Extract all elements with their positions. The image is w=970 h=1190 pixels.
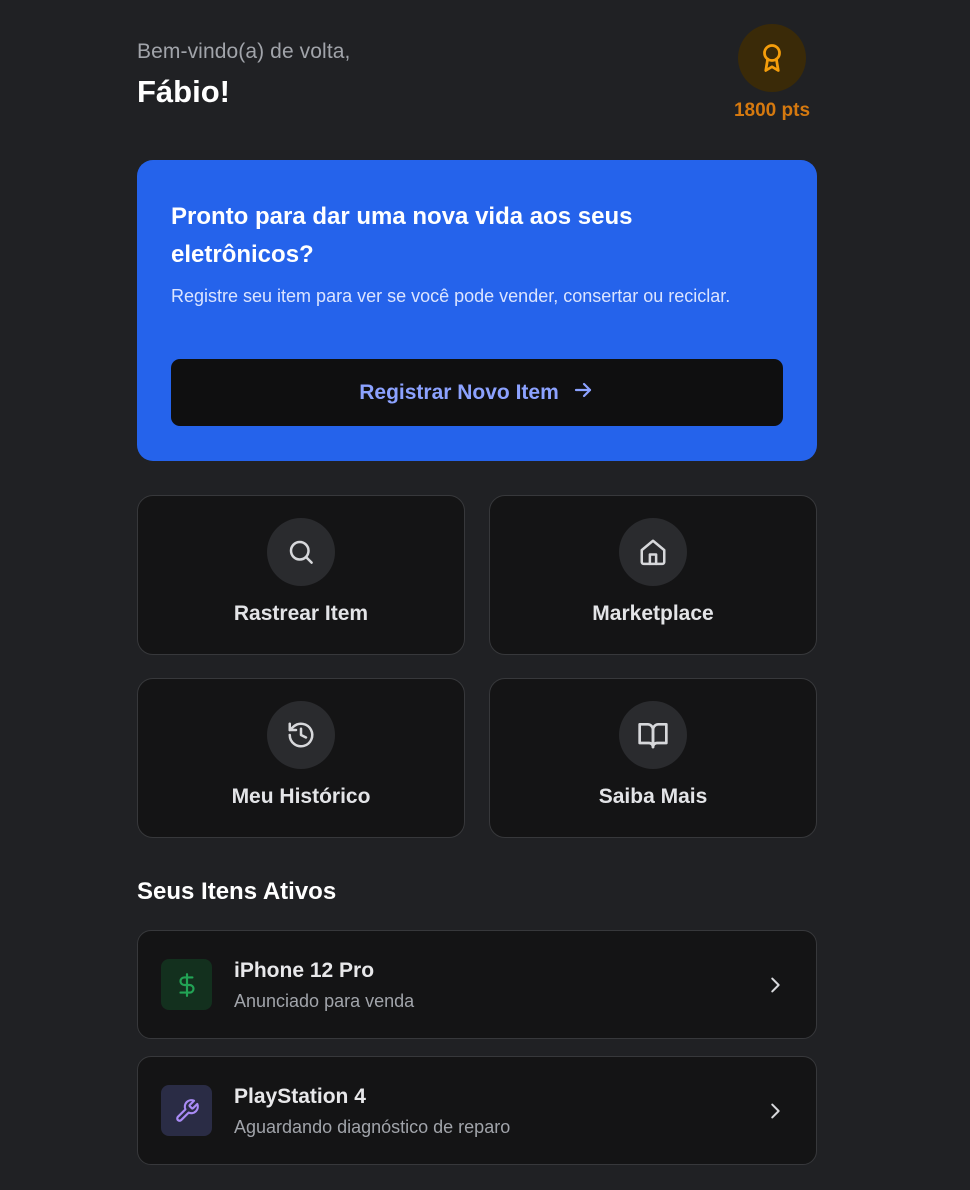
active-item-row[interactable]: iPhone 12 Pro Anunciado para venda xyxy=(137,930,817,1039)
chevron-right-icon xyxy=(764,974,786,1001)
history-tile[interactable]: Meu Histórico xyxy=(137,678,465,838)
home-icon xyxy=(619,518,687,586)
home-screen: Bem-vindo(a) de volta, Fábio! 1800 pts P… xyxy=(0,0,970,1190)
register-promo-card: Pronto para dar uma nova vida aos seus e… xyxy=(137,160,817,461)
points-value: 1800 pts xyxy=(733,100,811,121)
item-name: PlayStation 4 xyxy=(234,1085,366,1108)
user-name: Fábio! xyxy=(137,74,230,109)
dollar-icon xyxy=(161,959,212,1010)
active-items-heading: Seus Itens Ativos xyxy=(137,878,337,905)
book-open-icon xyxy=(619,701,687,769)
item-status: Aguardando diagnóstico de reparo xyxy=(234,1117,511,1137)
marketplace-label: Marketplace xyxy=(592,602,714,625)
marketplace-tile[interactable]: Marketplace xyxy=(489,495,817,655)
learn-more-label: Saiba Mais xyxy=(598,785,708,808)
item-status: Anunciado para venda xyxy=(234,991,415,1011)
item-name: iPhone 12 Pro xyxy=(234,959,375,982)
track-item-label: Rastrear Item xyxy=(233,602,369,625)
header: Bem-vindo(a) de volta, Fábio! 1800 pts xyxy=(137,0,817,160)
active-item-row[interactable]: PlayStation 4 Aguardando diagnóstico de … xyxy=(137,1056,817,1165)
history-label: Meu Histórico xyxy=(231,785,371,808)
arrow-right-icon xyxy=(571,378,595,407)
track-item-tile[interactable]: Rastrear Item xyxy=(137,495,465,655)
register-item-button[interactable]: Registrar Novo Item xyxy=(171,359,783,426)
history-icon xyxy=(267,701,335,769)
chevron-right-icon xyxy=(764,1100,786,1127)
promo-title: Pronto para dar uma nova vida aos seus e… xyxy=(171,203,633,268)
points-badge[interactable]: 1800 pts xyxy=(727,24,817,122)
promo-description: Registre seu item para ver se você pode … xyxy=(171,286,731,306)
register-item-button-label: Registrar Novo Item xyxy=(359,380,559,404)
award-icon xyxy=(738,24,806,92)
wrench-icon xyxy=(161,1085,212,1136)
search-icon xyxy=(267,518,335,586)
learn-more-tile[interactable]: Saiba Mais xyxy=(489,678,817,838)
main-content: Bem-vindo(a) de volta, Fábio! 1800 pts P… xyxy=(137,0,817,1165)
greeting-text: Bem-vindo(a) de volta, xyxy=(137,40,351,63)
